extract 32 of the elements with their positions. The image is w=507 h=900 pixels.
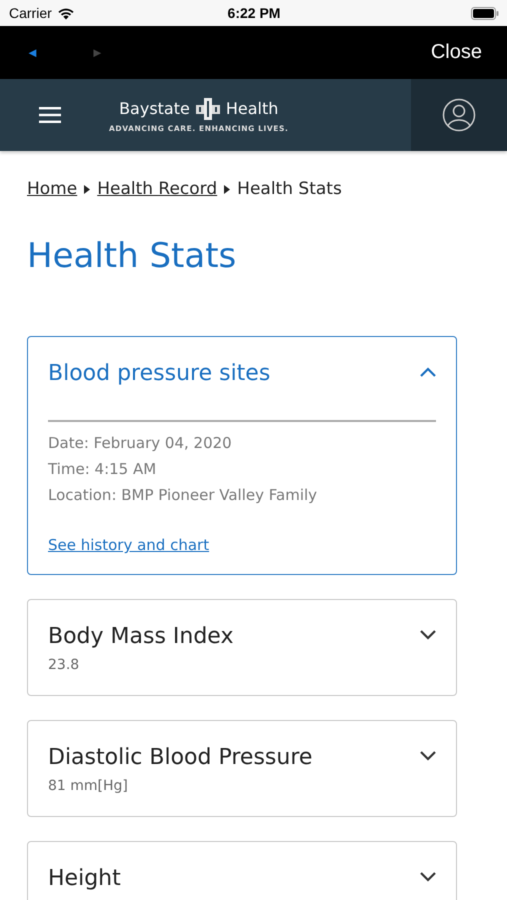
card-value: 23.8	[48, 657, 80, 673]
account-button[interactable]	[411, 79, 507, 151]
clock-time: 6:22 PM	[228, 5, 280, 21]
menu-icon	[39, 107, 61, 123]
breadcrumb-link[interactable]: Home	[27, 179, 78, 199]
detail-text: Time: 4:15 AM	[48, 459, 158, 480]
chevron-down-icon[interactable]	[420, 872, 436, 882]
page-title: Health Stats	[27, 236, 238, 276]
card-title[interactable]: Height	[48, 866, 121, 891]
brand-name: Health	[226, 99, 278, 118]
brand-name: Baystate	[119, 99, 190, 118]
caret-icon	[84, 184, 90, 194]
chevron-down-icon[interactable]	[420, 751, 436, 761]
user-icon	[442, 98, 476, 132]
chevron-up-icon[interactable]	[420, 367, 436, 377]
card-value: 81 mm[Hg]	[48, 778, 129, 794]
breadcrumb-current: Health Stats	[237, 179, 342, 199]
breadcrumb-link[interactable]: Health Record	[97, 179, 218, 199]
carrier-label: Carrier	[9, 5, 52, 21]
chevron-down-icon[interactable]	[420, 630, 436, 640]
caret-icon	[224, 184, 230, 194]
card-title[interactable]: Diastolic Blood Pressure	[48, 745, 312, 770]
battery-icon	[470, 6, 499, 20]
back-button[interactable]: ◄	[22, 45, 43, 60]
close-button[interactable]: Close	[406, 41, 507, 64]
wifi-icon	[56, 6, 75, 20]
history-link[interactable]: See history and chart	[48, 536, 210, 554]
detail-text: Location: BMP Pioneer Valley Family	[48, 485, 318, 506]
detail-text: Date: February 04, 2020	[48, 433, 233, 454]
logo-icon	[196, 98, 220, 120]
card-title[interactable]: Body Mass Index	[48, 624, 234, 649]
card-title[interactable]: Blood pressure sites	[48, 361, 270, 386]
